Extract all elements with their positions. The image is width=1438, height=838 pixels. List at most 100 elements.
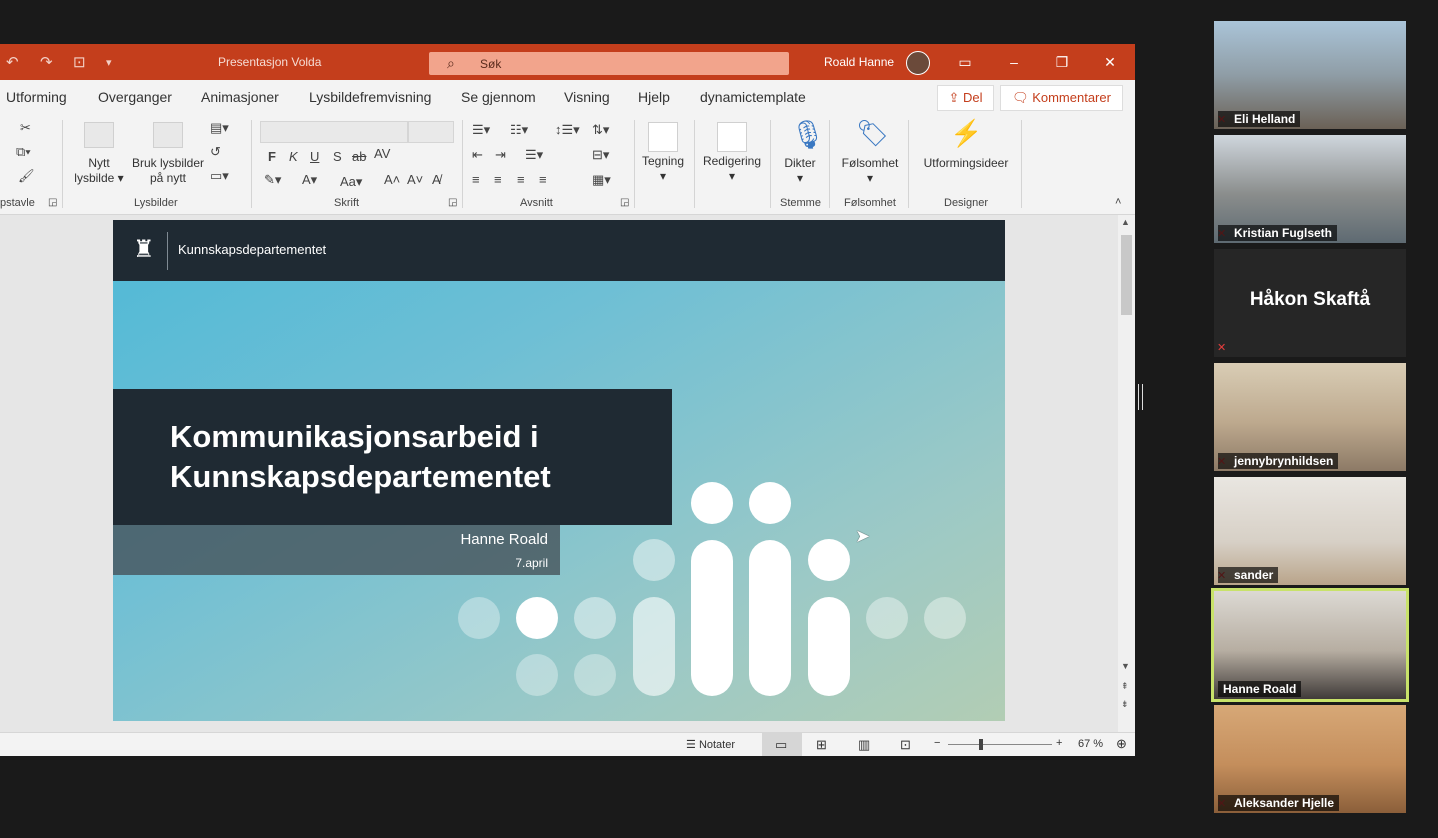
participant-tile-active-speaker[interactable]: Hanne Roald	[1211, 588, 1409, 702]
editing-button[interactable]: Redigering ▾	[698, 154, 766, 184]
share-button[interactable]: ⇪ Del	[937, 85, 994, 111]
previous-slide-icon[interactable]: ⇞	[1121, 681, 1129, 692]
scroll-down-icon[interactable]: ▼	[1121, 661, 1130, 671]
bold-button[interactable]: F	[268, 149, 276, 164]
customize-toolbar-icon[interactable]: ▾	[106, 56, 112, 69]
drawing-button[interactable]: Tegning ▾	[636, 154, 690, 184]
cut-icon[interactable]: ✂	[20, 120, 31, 136]
sensitivity-icon[interactable]: 🏷	[856, 118, 889, 149]
undo-icon[interactable]: ↶	[6, 53, 19, 71]
reuse-slides-icon[interactable]	[153, 122, 183, 148]
zoom-slider[interactable]	[948, 744, 1052, 745]
align-right-icon[interactable]: ≡	[517, 172, 525, 187]
tab-hjelp[interactable]: Hjelp	[638, 89, 670, 105]
scroll-up-icon[interactable]: ▲	[1121, 217, 1130, 227]
comments-button[interactable]: 🗨 Kommentarer	[1000, 85, 1123, 111]
participant-tile[interactable]: ✕ sander	[1214, 477, 1406, 585]
slide-title-box[interactable]: Kommunikasjonsarbeid i Kunnskapsdepartem…	[113, 389, 672, 525]
participant-tile[interactable]: Håkon Skaftå ✕	[1214, 249, 1406, 357]
minimize-icon[interactable]: –	[1002, 51, 1026, 73]
increase-indent-icon[interactable]: ⇥	[495, 147, 506, 163]
shadow-button[interactable]: S	[333, 149, 342, 164]
new-slide-button[interactable]: Nytt lysbilde ▾	[66, 156, 132, 186]
align-text-icon[interactable]: ⊟▾	[592, 147, 609, 163]
dialog-launcher-icon[interactable]: ◲	[620, 197, 629, 208]
tab-lysbildefremvisning[interactable]: Lysbildefremvisning	[309, 89, 431, 105]
tab-overganger[interactable]: Overganger	[98, 89, 172, 105]
search-box[interactable]: ⌕ Søk	[429, 52, 789, 75]
zoom-in-icon[interactable]: +	[1056, 737, 1062, 749]
line-spacing-icon[interactable]: ↕☰▾	[555, 122, 580, 138]
ribbon-display-icon[interactable]: ▭	[953, 51, 977, 73]
strikethrough-button[interactable]: ab	[352, 149, 366, 164]
shrink-font-icon[interactable]: A˅	[407, 172, 423, 187]
dictate-button[interactable]: Dikter ▾	[774, 156, 826, 186]
clear-format-icon[interactable]: A̸	[432, 172, 441, 187]
participant-tile[interactable]: ✕ jennybrynhildsen	[1214, 363, 1406, 471]
tab-utforming[interactable]: Utforming	[6, 89, 67, 105]
reading-view-icon[interactable]: ▥	[858, 737, 870, 753]
redo-icon[interactable]: ↷	[40, 53, 53, 71]
participant-tile[interactable]: ✕ Kristian Fuglseth	[1214, 135, 1406, 243]
collapse-ribbon-icon[interactable]: ˄	[1115, 196, 1121, 208]
slide[interactable]: ♜ Kunnskapsdepartementet Kommunikasjonsa…	[113, 220, 1005, 721]
present-icon[interactable]: ⊡	[73, 53, 86, 71]
participant-tile[interactable]: ✕ Aleksander Hjelle	[1214, 705, 1406, 813]
avatar[interactable]	[906, 51, 930, 75]
change-case-icon[interactable]: Aa▾	[340, 174, 362, 190]
grow-font-icon[interactable]: A˄	[384, 172, 400, 187]
participant-tile[interactable]: ✕ Eli Helland	[1214, 21, 1406, 129]
vertical-scrollbar[interactable]: ▲ ▼ ⇞ ⇟	[1118, 215, 1135, 732]
editing-icon[interactable]	[717, 122, 747, 152]
design-ideas-icon[interactable]: ⚡	[950, 118, 982, 149]
zoom-out-icon[interactable]: −	[934, 737, 940, 749]
next-slide-icon[interactable]: ⇟	[1121, 699, 1129, 710]
char-spacing-button[interactable]: AV	[374, 146, 390, 161]
tab-visning[interactable]: Visning	[564, 89, 610, 105]
scroll-thumb[interactable]	[1121, 235, 1132, 315]
drawing-icon[interactable]	[648, 122, 678, 152]
tab-animasjoner[interactable]: Animasjoner	[201, 89, 279, 105]
reuse-slides-button[interactable]: Bruk lysbilder på nytt	[128, 156, 208, 186]
fit-to-window-icon[interactable]: ⊕	[1116, 736, 1127, 752]
new-slide-icon[interactable]	[84, 122, 114, 148]
split-handle[interactable]	[1138, 384, 1143, 410]
close-icon[interactable]: ✕	[1098, 51, 1122, 73]
section-icon[interactable]: ▭▾	[210, 168, 229, 184]
italic-button[interactable]: K	[289, 149, 298, 164]
normal-view-button[interactable]: ▭	[762, 733, 802, 756]
decrease-indent-icon[interactable]: ⇤	[472, 147, 483, 163]
justify-icon[interactable]: ≡	[539, 172, 547, 187]
text-direction-icon[interactable]: ⇅▾	[592, 122, 609, 138]
font-size-select[interactable]	[408, 121, 454, 143]
bullets-icon[interactable]: ☰▾	[472, 122, 490, 138]
smartart-icon[interactable]: ▦▾	[592, 172, 611, 188]
slideshow-icon[interactable]: ⊡	[900, 737, 911, 753]
reset-icon[interactable]: ↺	[210, 144, 221, 160]
tab-se-gjennom[interactable]: Se gjennom	[461, 89, 536, 105]
dialog-launcher-icon[interactable]: ◲	[448, 197, 457, 208]
dialog-launcher-icon[interactable]: ◲	[48, 197, 57, 208]
align-left-icon[interactable]: ≡	[472, 172, 480, 187]
numbering-icon[interactable]: ☷▾	[510, 122, 528, 138]
underline-button[interactable]: U	[310, 149, 319, 164]
notes-button[interactable]: ☰ Notater	[686, 738, 735, 751]
font-name-select[interactable]	[260, 121, 408, 143]
user-name[interactable]: Roald Hanne	[824, 55, 894, 69]
format-painter-icon[interactable]: 🖌	[18, 168, 35, 184]
microphone-icon[interactable]: 🎙	[790, 118, 826, 151]
slide-sorter-icon[interactable]: ⊞	[816, 737, 827, 753]
zoom-level[interactable]: 67 %	[1078, 738, 1103, 750]
zoom-slider-handle[interactable]	[979, 739, 983, 750]
sensitivity-button[interactable]: Følsomhet ▾	[836, 156, 904, 186]
tab-dynamictemplate[interactable]: dynamictemplate	[700, 89, 806, 105]
columns-icon[interactable]: ☰▾	[525, 147, 543, 163]
align-center-icon[interactable]: ≡	[494, 172, 502, 187]
restore-icon[interactable]: ❐	[1050, 51, 1074, 73]
copy-icon[interactable]: ⧉▾	[16, 144, 31, 160]
presenter-box[interactable]: Hanne Roald 7.april	[113, 525, 560, 575]
font-color-icon[interactable]: A▾	[302, 172, 317, 188]
design-ideas-button[interactable]: Utformingsideer	[914, 156, 1018, 171]
layout-icon[interactable]: ▤▾	[210, 120, 229, 136]
highlight-icon[interactable]: ✎▾	[264, 172, 281, 188]
